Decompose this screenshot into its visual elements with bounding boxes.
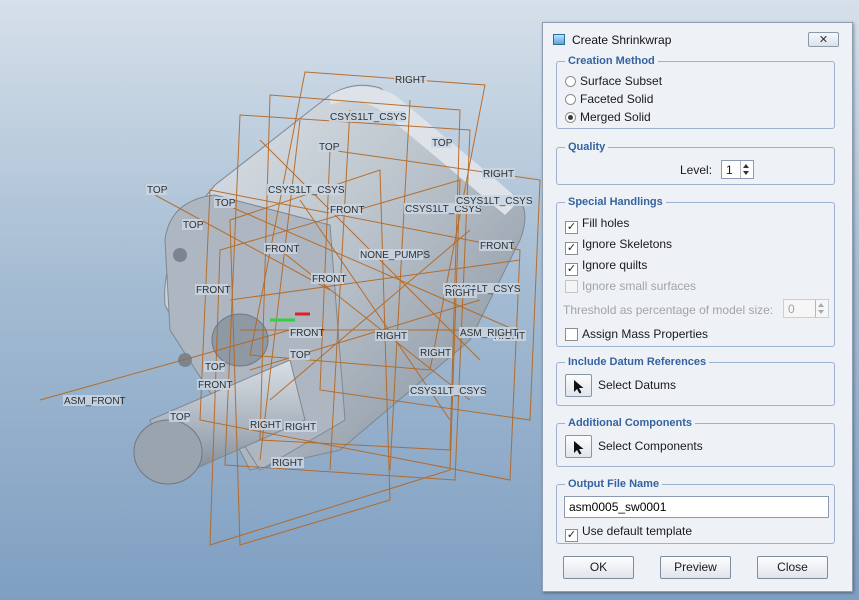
checkbox-disabled-icon[interactable]: [565, 280, 578, 293]
ignore-quilts-checkbox[interactable]: ✓ Ignore quilts: [565, 257, 648, 276]
create-shrinkwrap-dialog: Create Shrinkwrap ✕ Creation Method Surf…: [542, 22, 853, 592]
select-components-label: Select Components: [598, 439, 703, 453]
datum-label[interactable]: FRONT: [312, 274, 346, 285]
creation-method-group: Creation Method Surface Subset Faceted S…: [556, 54, 835, 129]
additional-components-group: Additional Components Select Components: [556, 416, 835, 467]
datum-label[interactable]: FRONT: [480, 241, 514, 252]
chevron-up-icon[interactable]: [743, 164, 749, 168]
fill-holes-checkbox[interactable]: ✓ Fill holes: [565, 215, 630, 234]
checkbox-label: Ignore quilts: [582, 258, 648, 272]
checkbox-label: Use default template: [582, 524, 693, 538]
special-handlings-group: Special Handlings ✓ Fill holes ✓ Ignore Sk…: [556, 195, 835, 347]
threshold-stepper-buttons[interactable]: [815, 300, 828, 317]
datum-label[interactable]: TOP: [432, 138, 453, 149]
dialog-title: Create Shrinkwrap: [572, 33, 672, 47]
radio-label: Merged Solid: [580, 110, 651, 124]
radio-surface-subset[interactable]: Surface Subset: [565, 73, 662, 89]
datum-label[interactable]: CSYS1LT_CSYS: [268, 185, 345, 196]
chevron-down-icon[interactable]: [743, 171, 749, 175]
checkbox-checked-icon[interactable]: ✓: [565, 263, 578, 276]
datum-label[interactable]: TOP: [183, 220, 204, 231]
radio-icon[interactable]: [565, 94, 576, 105]
datum-label[interactable]: TOP: [147, 185, 168, 196]
datum-label[interactable]: FRONT: [330, 205, 364, 216]
additional-components-title: Additional Components: [565, 416, 696, 430]
special-handlings-title: Special Handlings: [565, 195, 666, 209]
dialog-title-bar[interactable]: Create Shrinkwrap ✕: [543, 23, 852, 57]
ignore-small-surfaces-checkbox[interactable]: Ignore small surfaces: [565, 278, 696, 294]
checkbox-checked-icon[interactable]: ✓: [565, 529, 578, 542]
datum-label[interactable]: RIGHT: [376, 331, 407, 342]
assign-mass-checkbox[interactable]: Assign Mass Properties: [565, 326, 708, 342]
datum-label[interactable]: RIGHT: [395, 75, 426, 86]
output-file-group: Output File Name ✓ Use default template: [556, 477, 835, 544]
level-stepper-buttons[interactable]: [740, 161, 753, 178]
datum-label[interactable]: FRONT: [265, 244, 299, 255]
threshold-label: Threshold as percentage of model size:: [563, 303, 774, 317]
datum-label[interactable]: TOP: [170, 412, 191, 423]
datum-label[interactable]: RIGHT: [445, 288, 476, 299]
ok-button[interactable]: OK: [563, 556, 634, 579]
select-components-button[interactable]: [565, 435, 592, 458]
datum-label[interactable]: FRONT: [196, 285, 230, 296]
datum-label[interactable]: RIGHT: [250, 420, 281, 431]
datum-label[interactable]: FRONT: [290, 328, 324, 339]
quality-group: Quality Level: 1: [556, 140, 835, 185]
creation-method-title: Creation Method: [565, 54, 658, 68]
threshold-value: 0: [788, 302, 795, 316]
datum-label[interactable]: NONE_PUMPS: [360, 250, 430, 261]
level-stepper[interactable]: 1: [721, 160, 754, 179]
radio-faceted-solid[interactable]: Faceted Solid: [565, 91, 653, 107]
output-file-title: Output File Name: [565, 477, 663, 491]
close-button[interactable]: Close: [757, 556, 828, 579]
datum-label[interactable]: RIGHT: [483, 169, 514, 180]
select-datums-label: Select Datums: [598, 378, 677, 392]
datum-label[interactable]: TOP: [205, 362, 226, 373]
checkbox-label: Fill holes: [582, 216, 630, 230]
cursor-arrow-icon: [574, 441, 584, 455]
radio-icon[interactable]: [565, 76, 576, 87]
radio-label: Surface Subset: [580, 74, 663, 88]
checkbox-unchecked-icon[interactable]: [565, 328, 578, 341]
datum-label[interactable]: TOP: [215, 198, 236, 209]
datum-label[interactable]: ASM_FRONT: [64, 396, 126, 407]
datum-label[interactable]: RIGHT: [420, 348, 451, 359]
quality-title: Quality: [565, 140, 609, 154]
radio-merged-solid[interactable]: Merged Solid: [565, 109, 651, 125]
checkbox-label: Assign Mass Properties: [582, 327, 709, 341]
checkbox-checked-icon[interactable]: ✓: [565, 242, 578, 255]
ignore-skeletons-checkbox[interactable]: ✓ Ignore Skeletons: [565, 236, 673, 255]
close-icon[interactable]: ✕: [808, 32, 839, 47]
checkbox-label: Ignore small surfaces: [582, 279, 697, 293]
datum-label[interactable]: TOP: [290, 350, 311, 361]
output-file-name-input[interactable]: [564, 496, 829, 518]
use-default-template-checkbox[interactable]: ✓ Use default template: [565, 523, 693, 542]
checkbox-label: Ignore Skeletons: [582, 237, 673, 251]
chevron-down-icon[interactable]: [818, 310, 824, 314]
preview-button[interactable]: Preview: [660, 556, 731, 579]
threshold-stepper[interactable]: 0: [783, 299, 829, 318]
select-datums-button[interactable]: [565, 374, 592, 397]
chevron-up-icon[interactable]: [818, 303, 824, 307]
level-value: 1: [726, 163, 733, 177]
datum-label[interactable]: CSYS1LT_CSYS: [410, 386, 487, 397]
datum-label[interactable]: ASM_RIGHT: [460, 328, 518, 339]
checkbox-checked-icon[interactable]: ✓: [565, 221, 578, 234]
datum-references-group: Include Datum References Select Datums: [556, 355, 835, 406]
datum-references-title: Include Datum References: [565, 355, 710, 369]
datum-label[interactable]: CSYS1LT_CSYS: [456, 196, 533, 207]
datum-label[interactable]: FRONT: [198, 380, 232, 391]
datum-label[interactable]: CSYS1LT_CSYS: [330, 112, 407, 123]
datum-label[interactable]: RIGHT: [285, 422, 316, 433]
datum-label[interactable]: RIGHT: [272, 458, 303, 469]
level-label: Level:: [680, 163, 713, 177]
radio-label: Faceted Solid: [580, 92, 654, 106]
datum-label[interactable]: TOP: [319, 142, 340, 153]
radio-selected-icon[interactable]: [565, 112, 576, 123]
cursor-arrow-icon: [574, 380, 584, 394]
window-icon: [553, 34, 565, 45]
